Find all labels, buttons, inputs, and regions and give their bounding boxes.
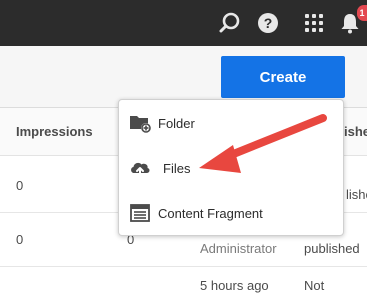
create-button[interactable]: Create xyxy=(221,56,345,98)
menu-item-label: Content Fragment xyxy=(158,206,263,221)
create-menu: Folder Files Content Fragment xyxy=(118,99,344,236)
cell-published: published xyxy=(304,241,360,256)
help-icon[interactable]: ? xyxy=(256,11,280,35)
column-header-impressions[interactable]: Impressions xyxy=(16,124,93,139)
top-bar: ? 1 xyxy=(0,0,367,46)
notification-badge: 1 xyxy=(357,5,367,21)
menu-item-label: Files xyxy=(163,161,191,176)
row-divider xyxy=(0,266,367,267)
menu-item-label: Folder xyxy=(158,116,195,131)
search-icon[interactable] xyxy=(218,11,242,35)
menu-item-folder[interactable]: Folder xyxy=(119,104,343,144)
cell-published: Not xyxy=(304,278,325,293)
cell-impressions: 0 xyxy=(16,232,24,247)
menu-item-content-fragment[interactable]: Content Fragment xyxy=(119,194,343,234)
cell-modified: 5 hours ago xyxy=(200,278,269,293)
cloud-upload-icon xyxy=(131,162,150,177)
apps-icon[interactable] xyxy=(302,11,326,35)
column-header-published[interactable]: ished xyxy=(344,124,367,139)
svg-text:?: ? xyxy=(264,15,273,31)
menu-item-files[interactable]: Files xyxy=(119,149,343,189)
folder-add-icon xyxy=(130,116,151,133)
cell-modified-by: Administrator xyxy=(200,241,277,256)
content-fragment-icon xyxy=(130,204,150,222)
cell-published: lished xyxy=(346,187,367,202)
cell-impressions: 0 xyxy=(16,178,24,193)
